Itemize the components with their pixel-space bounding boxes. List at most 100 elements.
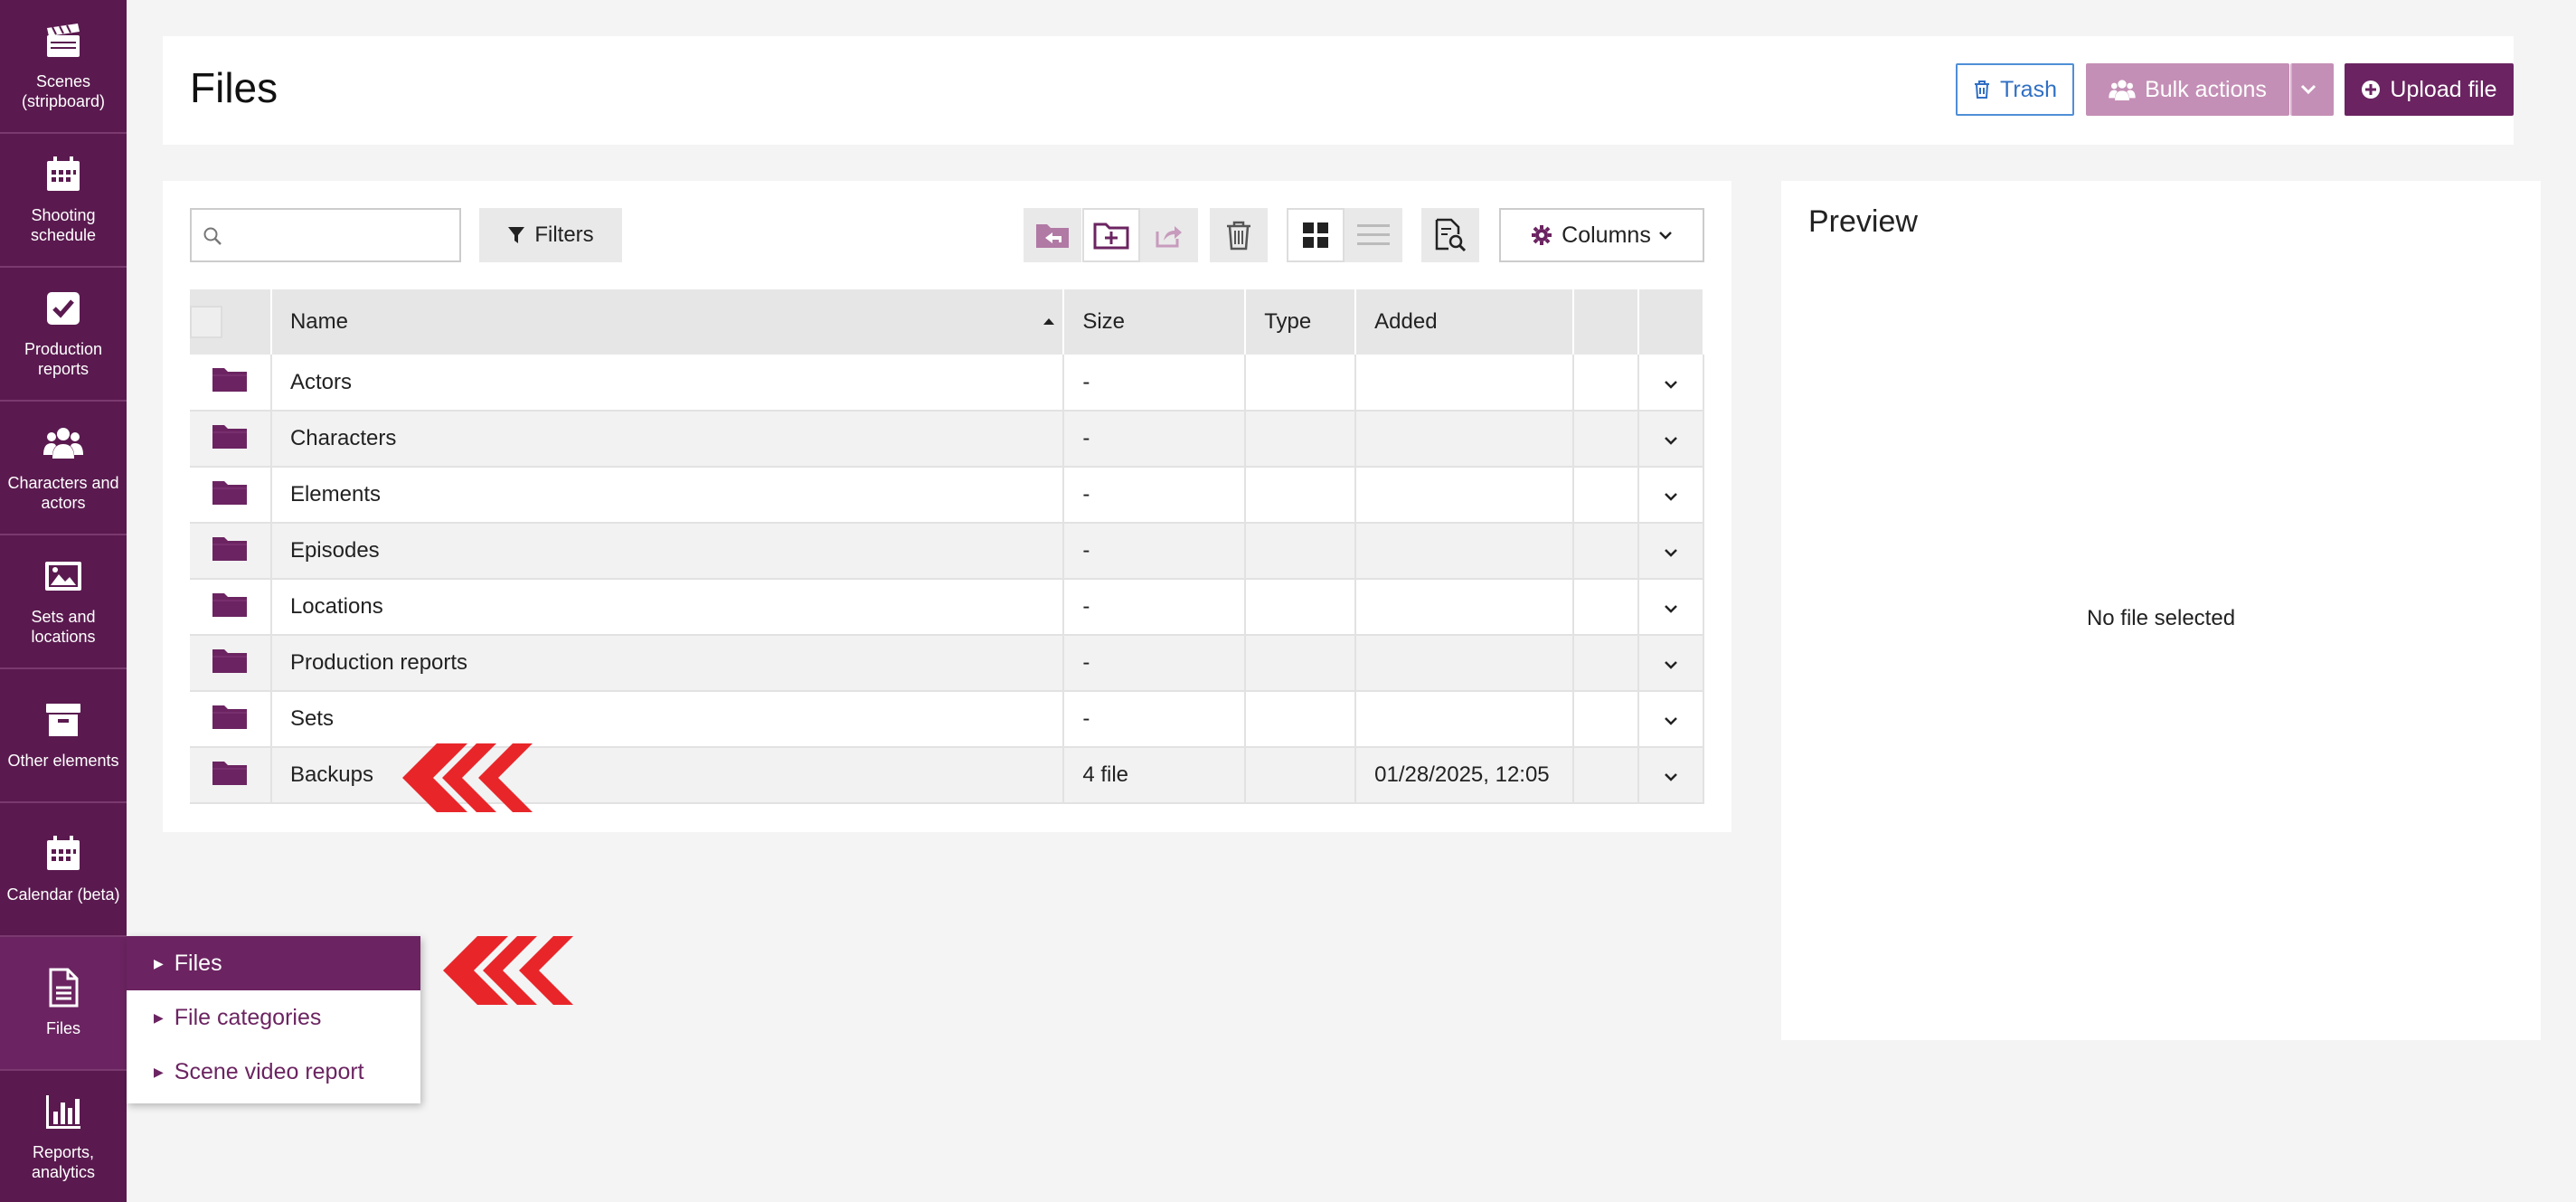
table-row[interactable]: Characters - [190, 411, 1704, 468]
submenu-item-file-categories[interactable]: ▶ File categories [127, 990, 420, 1045]
row-added [1355, 523, 1575, 580]
annotation-arrow-icon [402, 743, 533, 812]
row-size: 4 file [1063, 747, 1247, 804]
row-name[interactable]: Backups [270, 747, 1065, 804]
row-name[interactable]: Actors [270, 355, 1065, 412]
columns-button[interactable]: Columns [1499, 208, 1704, 262]
preview-toggle-button[interactable] [1421, 208, 1479, 262]
filters-button[interactable]: Filters [479, 208, 622, 262]
folder-icon [212, 368, 248, 392]
row-menu-cell[interactable] [1638, 467, 1704, 524]
row-menu-cell[interactable] [1638, 691, 1704, 748]
annotation-arrow-icon [443, 936, 573, 1005]
folder-icon [212, 592, 248, 617]
chevron-down-icon [1665, 717, 1677, 725]
sidebar-item-sets-locations[interactable]: Sets and locations [0, 535, 127, 669]
row-menu-cell[interactable] [1638, 747, 1704, 804]
table-row[interactable]: Elements - [190, 467, 1704, 524]
share-button[interactable] [1140, 208, 1198, 262]
chevron-down-icon [1665, 549, 1677, 557]
calendar-icon [47, 156, 80, 191]
sidebar-item-files[interactable]: Files [0, 937, 127, 1071]
submenu-item-label: Scene video report [174, 1058, 364, 1084]
select-all-checkbox[interactable] [190, 306, 222, 338]
row-menu-cell[interactable] [1638, 411, 1704, 468]
row-name[interactable]: Elements [270, 467, 1065, 524]
table-row[interactable]: Sets - [190, 691, 1704, 748]
sidebar-item-label: Characters and actors [7, 474, 119, 512]
sidebar-item-label: Shooting schedule [30, 206, 97, 244]
filters-label: Filters [534, 222, 594, 247]
type-column-header[interactable]: Type [1245, 289, 1357, 355]
submenu-item-scene-video-report[interactable]: ▶ Scene video report [127, 1045, 420, 1099]
added-column-header[interactable]: Added [1355, 289, 1575, 355]
list-view-button[interactable] [1345, 208, 1402, 262]
bulk-actions-button[interactable]: Bulk actions [2086, 63, 2289, 116]
row-menu-cell[interactable] [1638, 523, 1704, 580]
share-icon [1156, 226, 1182, 248]
upload-file-button[interactable]: Upload file [2345, 63, 2514, 116]
row-name[interactable]: Production reports [270, 635, 1065, 692]
row-name[interactable]: Episodes [270, 523, 1065, 580]
grid-view-button[interactable] [1287, 208, 1345, 262]
row-folder-cell [190, 691, 272, 748]
preview-title: Preview [1808, 204, 1918, 239]
sidebar-item-label: Calendar (beta) [6, 885, 120, 904]
trash-button[interactable]: Trash [1956, 63, 2074, 116]
type-header-label: Type [1264, 309, 1312, 334]
row-menu-cell[interactable] [1638, 635, 1704, 692]
sidebar-item-label: Files [45, 1019, 80, 1037]
grid-icon [1303, 222, 1328, 248]
row-folder-cell [190, 411, 272, 468]
folder-plus-icon [1093, 222, 1129, 250]
select-all-header [190, 289, 272, 355]
sidebar: Scenes (stripboard) Shooting schedule Pr… [0, 0, 127, 1202]
name-header-label: Name [289, 309, 348, 334]
row-folder-cell [190, 747, 272, 804]
bulk-actions-dropdown[interactable] [2290, 63, 2334, 116]
size-column-header[interactable]: Size [1063, 289, 1247, 355]
row-name[interactable]: Characters [270, 411, 1065, 468]
new-folder-button[interactable] [1082, 208, 1140, 262]
sidebar-item-other-elements[interactable]: Other elements [0, 669, 127, 803]
sidebar-item-characters-actors[interactable]: Characters and actors [0, 402, 127, 535]
list-icon [1357, 224, 1390, 245]
sidebar-item-calendar[interactable]: Calendar (beta) [0, 803, 127, 937]
table-row[interactable]: Actors - [190, 355, 1704, 412]
search-input[interactable] [230, 210, 456, 260]
sidebar-item-production-reports[interactable]: Production reports [0, 268, 127, 402]
caret-right-icon: ▶ [154, 955, 164, 970]
row-type [1245, 411, 1357, 468]
trash-icon [1227, 221, 1250, 251]
move-up-folder-button[interactable] [1024, 208, 1081, 262]
row-menu-cell[interactable] [1638, 579, 1704, 636]
table-row[interactable]: Production reports - [190, 635, 1704, 692]
submenu-item-files[interactable]: ▶ Files [127, 936, 420, 990]
trash-icon [1975, 80, 1989, 99]
search-icon [203, 227, 222, 245]
plus-circle-icon [2362, 80, 2381, 99]
row-size: - [1063, 579, 1247, 636]
row-name[interactable]: Locations [270, 579, 1065, 636]
row-menu-cell[interactable] [1638, 355, 1704, 412]
folder-icon [212, 536, 248, 561]
caret-right-icon: ▶ [154, 1064, 164, 1079]
row-added [1355, 635, 1575, 692]
submenu-item-label: Files [174, 950, 222, 976]
folder-icon [212, 424, 248, 449]
name-column-header[interactable]: Name [270, 289, 1065, 355]
sidebar-item-shooting-schedule[interactable]: Shooting schedule [0, 134, 127, 268]
delete-button[interactable] [1210, 208, 1268, 262]
table-row[interactable]: Episodes - [190, 523, 1704, 580]
row-size: - [1063, 467, 1247, 524]
sidebar-item-reports-analytics[interactable]: Reports, analytics [0, 1071, 127, 1202]
table-row[interactable]: Locations - [190, 579, 1704, 636]
sidebar-item-scenes[interactable]: Scenes (stripboard) [0, 0, 127, 134]
added-header-label: Added [1374, 309, 1438, 334]
row-size: - [1063, 691, 1247, 748]
search-field[interactable] [190, 208, 461, 262]
size-header-label: Size [1082, 309, 1125, 334]
row-extra [1573, 747, 1639, 804]
row-name[interactable]: Sets [270, 691, 1065, 748]
row-size: - [1063, 355, 1247, 412]
